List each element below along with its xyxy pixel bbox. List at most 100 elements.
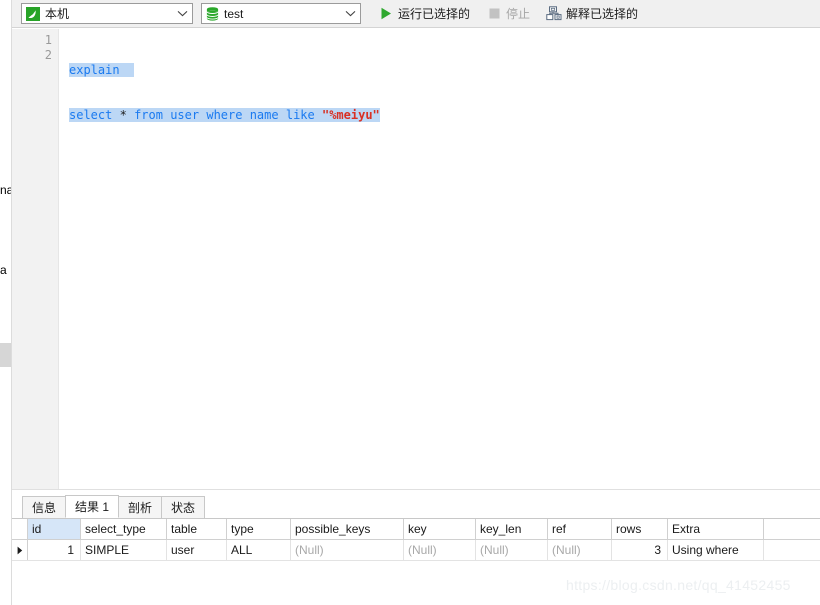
stop-label: 停止 (506, 7, 531, 21)
result-tabstrip: 信息 结果 1 剖析 状态 (12, 495, 820, 519)
cell-possible_keys-value: (Null) (295, 543, 324, 557)
column-header-id-label: id (32, 522, 42, 536)
background-scrollbar-track[interactable] (0, 28, 11, 488)
sql-token-from: from (134, 108, 163, 122)
grid-corner-cell (12, 519, 28, 539)
mysql-connection-icon (26, 6, 40, 21)
cell-select_type[interactable]: SIMPLE (81, 540, 167, 560)
background-text-fragment-2: a (0, 263, 7, 277)
sql-token-select: select (69, 108, 113, 122)
sql-token-space (315, 108, 322, 122)
sql-editor-body[interactable]: 1 2 explain select * from user where nam… (12, 29, 820, 489)
sql-token-string-literal: "%meiyu" (321, 108, 380, 122)
cell-ref-value: (Null) (552, 543, 581, 557)
editor-result-splitter[interactable] (12, 489, 820, 496)
chevron-down-icon[interactable] (175, 6, 190, 21)
explain-result-grid[interactable]: id select_type table type possible_keys … (12, 519, 820, 561)
explain-plan-icon (546, 6, 562, 22)
cell-table-value: user (171, 543, 195, 557)
cell-type[interactable]: ALL (227, 540, 291, 560)
sql-token-table-user: user (170, 108, 200, 122)
grid-header-row: id select_type table type possible_keys … (12, 519, 820, 540)
selection-trailing-pad (119, 63, 135, 77)
nav icat-query-window: nar a 本机 (0, 0, 820, 605)
cell-select_type-value: SIMPLE (85, 543, 130, 557)
cell-extra[interactable]: Using where (668, 540, 764, 560)
result-panel: 信息 结果 1 剖析 状态 id select_type table type … (12, 495, 820, 605)
cell-key_len-value: (Null) (480, 543, 509, 557)
column-header-id[interactable]: id (28, 519, 81, 539)
tab-info[interactable]: 信息 (22, 496, 67, 518)
cell-rows-value: 3 (654, 543, 661, 557)
tab-status[interactable]: 状态 (161, 496, 206, 518)
column-header-select_type[interactable]: select_type (81, 519, 167, 539)
column-header-extra[interactable]: Extra (668, 519, 764, 539)
column-header-extra-label: Extra (672, 522, 701, 536)
column-header-key_len[interactable]: key_len (476, 519, 548, 539)
cell-id[interactable]: 1 (28, 540, 81, 560)
column-header-ref-label: ref (552, 522, 567, 536)
chevron-down-icon[interactable] (343, 6, 358, 21)
column-header-key_len-label: key_len (480, 522, 522, 536)
sql-token-space (127, 108, 134, 122)
sql-token-column-name: name (249, 108, 279, 122)
column-header-select_type-label: select_type (85, 522, 146, 536)
connection-select[interactable]: 本机 (21, 3, 193, 24)
cell-ref[interactable]: (Null) (548, 540, 612, 560)
column-header-type[interactable]: type (227, 519, 291, 539)
sql-code-area[interactable]: explain select * from user where name li… (59, 29, 820, 489)
column-header-ref[interactable]: ref (548, 519, 612, 539)
column-header-rows[interactable]: rows (612, 519, 668, 539)
cell-key-value: (Null) (408, 543, 437, 557)
cell-table[interactable]: user (167, 540, 227, 560)
cell-possible_keys[interactable]: (Null) (291, 540, 404, 560)
line-number: 1 (44, 33, 52, 47)
sql-token-space (242, 108, 249, 122)
stop-icon (486, 6, 502, 22)
query-toolbar: 本机 test 运行已选择的 停止 解释已选择的 (12, 0, 820, 28)
explain-selected-button[interactable]: 解释已选择的 (541, 3, 643, 25)
tab-result-1-label: 结果 1 (75, 500, 110, 514)
sql-token-star: * (119, 108, 127, 122)
background-scrollbar-thumb[interactable] (0, 343, 11, 367)
cell-id-value: 1 (67, 543, 74, 557)
column-header-table-label: table (171, 522, 198, 536)
column-header-rows-label: rows (616, 522, 642, 536)
query-window: 本机 test 运行已选择的 停止 解释已选择的 1 2 explain sel… (11, 0, 820, 605)
tab-profile-label: 剖析 (128, 501, 153, 515)
play-icon (378, 6, 394, 22)
explain-selected-label: 解释已选择的 (566, 7, 639, 21)
tab-profile[interactable]: 剖析 (118, 496, 163, 518)
sql-token-like: like (285, 108, 315, 122)
tab-info-label: 信息 (32, 501, 57, 515)
tab-result-1[interactable]: 结果 1 (65, 495, 120, 518)
background-text-fragment-1: nar (0, 183, 11, 197)
editor-gutter: 1 2 (12, 29, 59, 489)
sql-code-line-1[interactable]: explain (69, 63, 820, 78)
cell-type-value: ALL (231, 543, 253, 557)
database-icon (206, 6, 219, 21)
cell-rows[interactable]: 3 (612, 540, 668, 560)
current-row-arrow-icon[interactable] (12, 540, 28, 560)
database-select-value: test (224, 6, 244, 21)
sql-code-line-2[interactable]: select * from user where name like "%mei… (69, 108, 820, 123)
database-select[interactable]: test (201, 3, 361, 24)
column-header-type-label: type (231, 522, 254, 536)
sql-token-explain: explain (69, 63, 120, 77)
column-header-key-label: key (408, 522, 427, 536)
cell-key_len[interactable]: (Null) (476, 540, 548, 560)
column-header-key[interactable]: key (404, 519, 476, 539)
table-row[interactable]: 1 SIMPLE user ALL (Null) (Null) (Null) (… (12, 540, 820, 561)
sql-token-space (279, 108, 286, 122)
stop-button: 停止 (481, 3, 535, 25)
connection-select-value: 本机 (45, 7, 70, 21)
column-header-table[interactable]: table (167, 519, 227, 539)
tab-status-label: 状态 (171, 501, 196, 515)
run-selected-button[interactable]: 运行已选择的 (373, 3, 475, 25)
cell-extra-value: Using where (672, 543, 739, 557)
cell-key[interactable]: (Null) (404, 540, 476, 560)
column-header-possible_keys[interactable]: possible_keys (291, 519, 404, 539)
sql-token-where: where (206, 108, 243, 122)
run-selected-label: 运行已选择的 (398, 7, 471, 21)
sql-editor[interactable]: 1 2 explain select * from user where nam… (12, 29, 820, 489)
